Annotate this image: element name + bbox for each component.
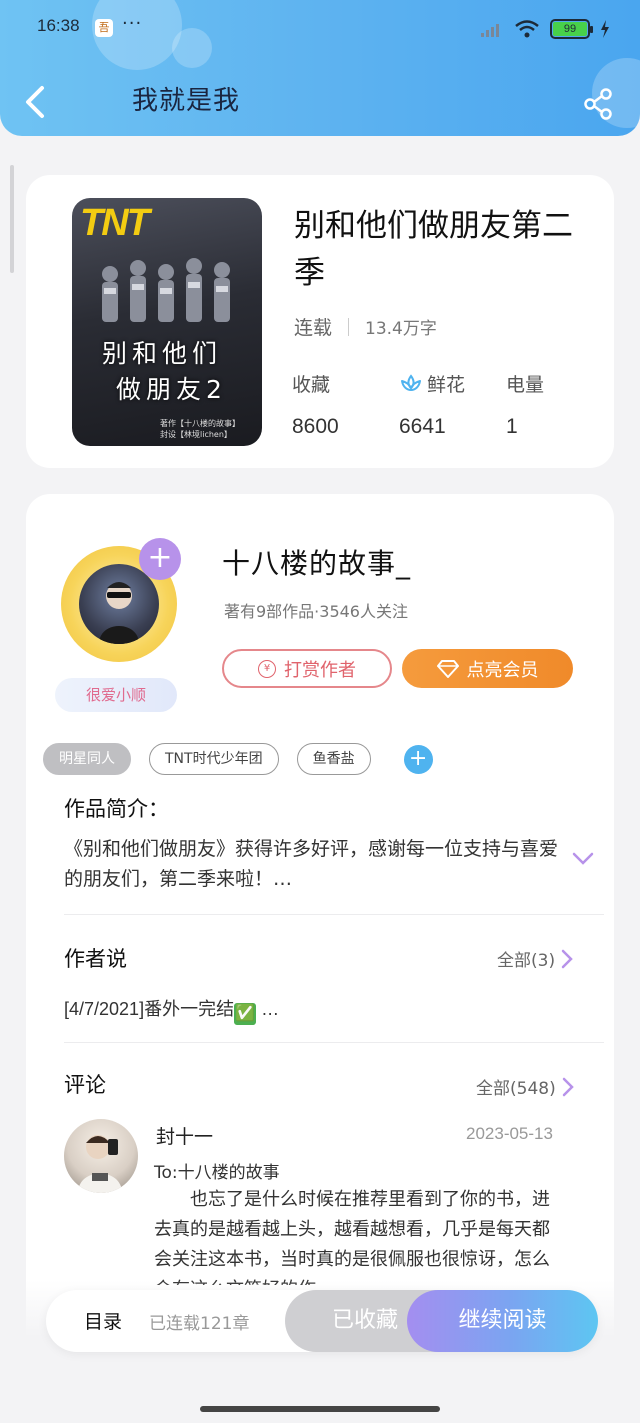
book-status-row: 连载 13.4万字: [294, 313, 437, 340]
battery-icon: 99: [550, 19, 593, 39]
vip-label: 点亮会员: [466, 659, 539, 681]
comment-recipient: To:十八楼的故事: [154, 1163, 280, 1183]
divider: [348, 317, 350, 336]
chevron-right-icon: [561, 949, 573, 968]
chapter-count[interactable]: 已连载121章: [149, 1309, 249, 1334]
author-says-all-label: 全部(3): [497, 951, 556, 971]
tag-chip[interactable]: 明星同人: [43, 743, 131, 775]
continue-reading-button[interactable]: 继续阅读: [407, 1290, 598, 1352]
chevron-left-icon[interactable]: [22, 84, 50, 120]
book-info-card: TNT 别和他们 做朋友2 著作【十八楼的故事】 封设【林境lichen】 别和: [26, 175, 614, 468]
check-mark-icon: ✅: [234, 1003, 257, 1025]
diamond-icon: [436, 659, 459, 678]
stat-label-row: 鲜花: [399, 370, 506, 397]
tag-chip[interactable]: 鱼香盐: [296, 743, 371, 775]
stat-label: 鲜花: [427, 374, 466, 396]
comment-username[interactable]: 封十一: [156, 1122, 213, 1149]
charging-icon: [601, 20, 609, 38]
comment-date: 2023-05-13: [466, 1124, 553, 1143]
word-count: 13.4万字: [365, 319, 437, 339]
book-title: 别和他们做朋友第二季: [294, 208, 573, 291]
scroll-indicator[interactable]: [10, 165, 14, 273]
comments-all-label: 全部(548): [476, 1079, 556, 1099]
author-post-text: [4/7/2021]番外一完结: [64, 999, 235, 1019]
stat-label: 收藏: [292, 374, 331, 396]
cover-title-line2: 做朋友2: [116, 375, 227, 404]
stat-value: 8600: [292, 415, 339, 438]
book-cover[interactable]: TNT 别和他们 做朋友2 著作【十八楼的故事】 封设【林境lichen】: [72, 198, 262, 446]
status-time: 16:38: [37, 16, 80, 35]
more-notifications-icon: ···: [122, 13, 143, 34]
follow-plus-icon[interactable]: +: [139, 538, 181, 580]
author-post[interactable]: [4/7/2021]番外一完结✅ …: [64, 995, 279, 1025]
author-says-all-link[interactable]: 全部(3): [497, 946, 573, 971]
cover-title-line1: 别和他们: [102, 339, 223, 368]
commenter-avatar-image: [78, 1135, 122, 1193]
stat-value: 6641: [399, 415, 446, 438]
cover-title: 别和他们 做朋友2: [102, 336, 227, 408]
top-header: 16:38 吾 ··· 99 我就是我: [0, 0, 640, 136]
comment-body[interactable]: 也忘了是什么时候在推荐里看到了你的书，进去真的是越看越上头，越看越想看，几乎是每…: [154, 1185, 564, 1285]
cover-credit-designer: 封设【林境lichen】: [160, 430, 232, 439]
battery-level: 99: [553, 22, 587, 36]
stat-label: 电量: [506, 374, 545, 396]
reward-label: 打赏作者: [284, 659, 356, 681]
comments-heading: 评论: [64, 1073, 106, 1097]
book-stats: 收藏 8600 鲜花 6641 电量 1: [292, 370, 613, 439]
author-post-ellipsis: …: [256, 999, 280, 1019]
commenter-avatar[interactable]: [64, 1119, 138, 1193]
status-icons: 99: [480, 18, 610, 40]
flower-icon: [401, 373, 421, 391]
stat-value: 1: [506, 415, 518, 438]
cover-figures-illustration: [102, 258, 230, 322]
serial-status: 连载: [294, 317, 333, 339]
synopsis-text[interactable]: 《别和他们做朋友》获得许多好评，感谢每一位支持与喜爱的朋友们，第二季来啦！…: [64, 834, 564, 894]
author-meta: 著有9部作品·3546人关注: [224, 602, 408, 621]
page-title: 我就是我: [132, 86, 241, 116]
tag-list: 明星同人 TNT时代少年团 鱼香盐 +: [43, 743, 433, 775]
fan-badge: 很爱小顺: [55, 678, 177, 712]
stat-power[interactable]: 电量 1: [506, 370, 613, 439]
divider: [64, 1042, 604, 1043]
activate-vip-button[interactable]: 点亮会员: [402, 649, 573, 688]
wifi-icon: [515, 20, 539, 38]
author-avatar-block[interactable]: + 很爱小顺: [53, 538, 181, 712]
signal-icon: [481, 24, 499, 37]
status-bar: 16:38 吾 ··· 99: [0, 10, 640, 46]
app-notification-icon: 吾: [95, 19, 113, 37]
share-icon[interactable]: [580, 86, 616, 122]
coin-icon: ¥: [258, 659, 276, 678]
synopsis-heading: 作品简介：: [64, 797, 169, 821]
chevron-right-icon: [562, 1077, 574, 1096]
add-tag-plus-icon[interactable]: +: [403, 744, 433, 774]
author-name[interactable]: 十八楼的故事_: [222, 542, 411, 582]
cover-credits: 著作【十八楼的故事】 封设【林境lichen】: [160, 418, 256, 440]
comments-all-link[interactable]: 全部(548): [476, 1074, 574, 1099]
cover-credit-author: 著作【十八楼的故事】: [160, 419, 240, 428]
bottom-action-bar: 目录 已连载121章 已收藏 继续阅读: [46, 1290, 598, 1352]
author-says-heading: 作者说: [64, 947, 127, 971]
table-of-contents-button[interactable]: 目录: [84, 1307, 122, 1334]
home-indicator[interactable]: [200, 1406, 440, 1412]
chevron-down-icon[interactable]: [572, 852, 594, 866]
divider: [64, 914, 604, 915]
cover-logo: TNT: [80, 202, 150, 244]
stat-flowers[interactable]: 鲜花 6641: [399, 370, 506, 439]
tag-chip[interactable]: TNT时代少年团: [149, 743, 279, 775]
reward-author-button[interactable]: ¥ 打赏作者: [222, 649, 392, 688]
stat-collections: 收藏 8600: [292, 370, 399, 439]
